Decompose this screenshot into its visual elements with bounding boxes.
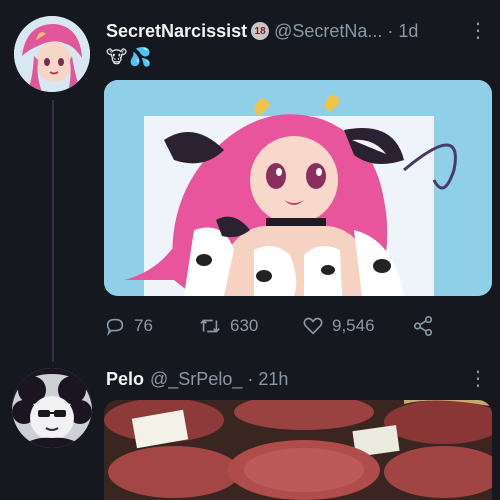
- avatar[interactable]: [14, 16, 90, 92]
- reply-icon: [106, 318, 124, 337]
- reply-button[interactable]: 76: [104, 315, 198, 337]
- tweet-media-image[interactable]: [104, 400, 492, 500]
- retweet-count: 630: [230, 316, 259, 335]
- thread-line: [52, 100, 54, 362]
- heart-icon: [303, 317, 323, 335]
- more-options-icon[interactable]: ⋮: [468, 369, 488, 389]
- retweet-button[interactable]: 630: [198, 315, 302, 337]
- like-count: 9,546: [332, 316, 375, 335]
- display-name[interactable]: SecretNarcissist: [106, 21, 247, 42]
- cow-emoji: 🐮: [106, 47, 128, 67]
- sweat-droplets-emoji: 💦: [129, 47, 152, 67]
- avatar[interactable]: [12, 368, 92, 448]
- like-button[interactable]: 9,546: [302, 315, 412, 337]
- tweet-text: 🐮 💦: [106, 47, 152, 68]
- reply-count: 76: [134, 316, 153, 335]
- share-icon: [413, 316, 433, 336]
- more-options-icon[interactable]: ⋮: [468, 21, 488, 41]
- age-restriction-badge: 18: [251, 22, 270, 40]
- handle-and-time[interactable]: @_SrPelo_ · 21h: [150, 369, 288, 390]
- handle-and-time[interactable]: @SecretNa... · 1d: [274, 21, 418, 42]
- tweet-actions: 76 630 9,546: [104, 310, 434, 342]
- tweet-media-image[interactable]: [104, 80, 492, 296]
- tweet-header: SecretNarcissist 18 @SecretNa... · 1d ⋮: [106, 18, 488, 44]
- share-button[interactable]: [412, 315, 434, 337]
- display-name[interactable]: Pelo: [106, 369, 144, 390]
- tweet-header: Pelo @_SrPelo_ · 21h ⋮: [106, 366, 488, 392]
- retweet-icon: [200, 319, 220, 333]
